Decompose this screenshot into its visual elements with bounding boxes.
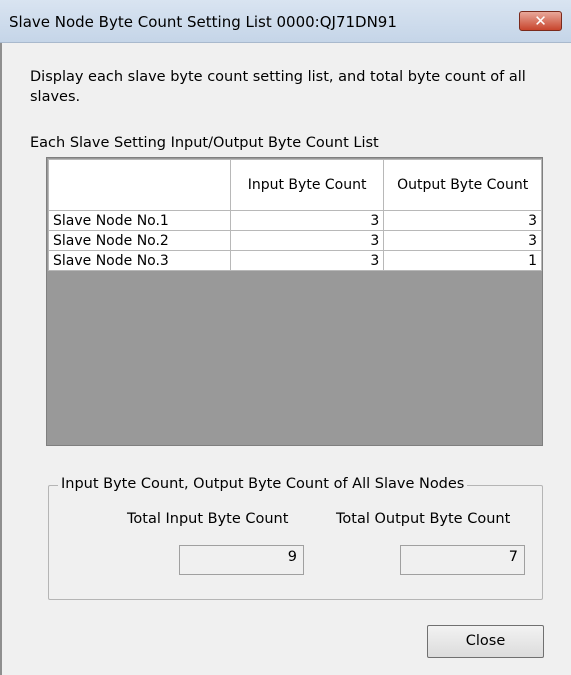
byte-count-grid[interactable]: Input Byte Count Output Byte Count Slave… [46,157,543,446]
total-output-field: 7 [400,545,525,575]
list-label: Each Slave Setting Input/Output Byte Cou… [30,135,379,151]
total-output-label: Total Output Byte Count [336,511,511,527]
input-byte-cell[interactable]: 3 [229,230,385,251]
totals-groupbox [48,485,543,600]
table-row[interactable]: Slave Node No.3 3 1 [48,250,542,271]
output-byte-cell[interactable]: 3 [383,210,542,231]
output-byte-cell[interactable]: 3 [383,230,542,251]
window-border [0,43,2,675]
row-name: Slave Node No.3 [48,250,231,271]
input-byte-cell[interactable]: 3 [229,210,385,231]
header-output-byte-count[interactable]: Output Byte Count [383,159,542,211]
window-close-button[interactable]: ✕ [519,11,562,31]
header-corner [48,159,231,211]
grid-header-row: Input Byte Count Output Byte Count [48,159,542,211]
close-button[interactable]: Close [427,625,544,658]
input-byte-cell[interactable]: 3 [229,250,385,271]
window-title: Slave Node Byte Count Setting List 0000:… [9,13,397,31]
description-text: Display each slave byte count setting li… [30,69,526,105]
title-bar: Slave Node Byte Count Setting List 0000:… [0,0,571,43]
row-name: Slave Node No.2 [48,230,231,251]
output-byte-cell[interactable]: 1 [383,250,542,271]
total-input-label: Total Input Byte Count [127,511,289,527]
header-input-byte-count[interactable]: Input Byte Count [229,159,385,211]
table-row[interactable]: Slave Node No.2 3 3 [48,230,542,251]
row-name: Slave Node No.1 [48,210,231,231]
total-input-field: 9 [179,545,304,575]
close-icon: ✕ [534,12,547,30]
table-row[interactable]: Slave Node No.1 3 3 [48,210,542,231]
totals-group-title: Input Byte Count, Output Byte Count of A… [58,476,468,492]
